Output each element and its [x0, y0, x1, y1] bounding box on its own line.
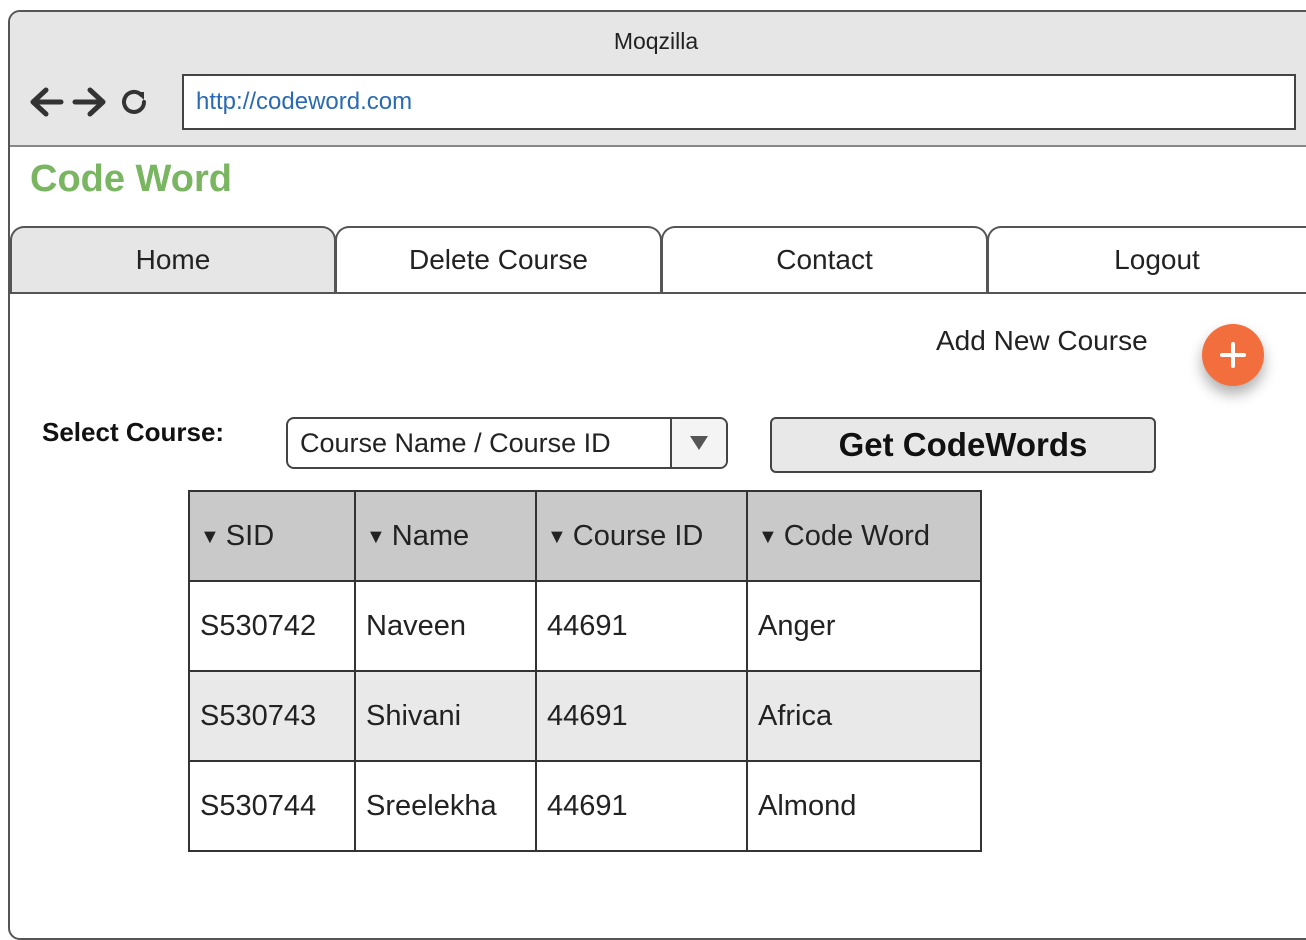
table-row: S530742 Naveen 44691 Anger	[188, 580, 982, 672]
column-header-label: Course ID	[572, 519, 704, 552]
tab-logout[interactable]: Logout	[987, 226, 1306, 292]
sort-triangle-icon: ▼	[200, 525, 220, 548]
add-new-course-label: Add New Course	[936, 325, 1148, 356]
url-field[interactable]: http://codeword.com	[182, 74, 1296, 130]
tab-home[interactable]: Home	[10, 226, 336, 292]
dropdown-triangle-icon[interactable]	[670, 419, 726, 467]
cell-name: Sreelekha	[354, 760, 537, 852]
cell-course-id: 44691	[535, 760, 748, 852]
cell-name: Shivani	[354, 670, 537, 762]
codewords-table: ▼ SID ▼ Name ▼ Course ID ▼ Code Word S530742…	[188, 490, 982, 852]
window-title: Moqzilla	[613, 28, 699, 54]
cell-code-word: Anger	[746, 580, 982, 672]
column-header-label: Name	[391, 519, 470, 552]
cell-sid: S530742	[188, 580, 356, 672]
table-row: S530743 Shivani 44691 Africa	[188, 670, 982, 762]
tab-bar: Home Delete Course Contact Logout	[10, 226, 1306, 294]
course-select-value: Course Name / Course ID	[300, 428, 611, 458]
add-course-button[interactable]	[1202, 324, 1264, 386]
reload-icon[interactable]	[112, 80, 156, 124]
cell-name: Naveen	[354, 580, 537, 672]
column-header-label: SID	[225, 519, 275, 552]
site-logo-text: Code Word	[30, 158, 232, 200]
cell-sid: S530744	[188, 760, 356, 852]
sort-triangle-icon: ▼	[758, 525, 778, 548]
column-header-name[interactable]: ▼ Name	[354, 490, 537, 582]
cell-code-word: Africa	[746, 670, 982, 762]
forward-arrow-icon[interactable]	[68, 80, 112, 124]
sort-triangle-icon: ▼	[366, 525, 386, 548]
browser-toolbar: Moqzilla http://codeword.com	[10, 12, 1306, 147]
column-header-sid[interactable]: ▼ SID	[188, 490, 356, 582]
tab-contact[interactable]: Contact	[661, 226, 988, 292]
cell-code-word: Almond	[746, 760, 982, 852]
column-header-label: Code Word	[783, 519, 930, 552]
column-header-code-word[interactable]: ▼ Code Word	[746, 490, 982, 582]
cell-course-id: 44691	[535, 580, 748, 672]
select-course-label: Select Course:	[42, 417, 225, 447]
sort-triangle-icon: ▼	[547, 525, 567, 548]
nav-controls	[24, 80, 156, 124]
table-header-row: ▼ SID ▼ Name ▼ Course ID ▼ Code Word	[188, 490, 982, 582]
column-header-course-id[interactable]: ▼ Course ID	[535, 490, 748, 582]
back-arrow-icon[interactable]	[24, 80, 68, 124]
cell-sid: S530743	[188, 670, 356, 762]
course-select[interactable]: Course Name / Course ID	[286, 417, 728, 469]
table-row: S530744 Sreelekha 44691 Almond	[188, 760, 982, 852]
plus-icon	[1220, 342, 1246, 368]
get-codewords-button[interactable]: Get CodeWords	[770, 417, 1156, 473]
tab-delete-course[interactable]: Delete Course	[335, 226, 662, 292]
browser-window: Moqzilla http://codeword.com Code Word H…	[8, 10, 1306, 940]
cell-course-id: 44691	[535, 670, 748, 762]
